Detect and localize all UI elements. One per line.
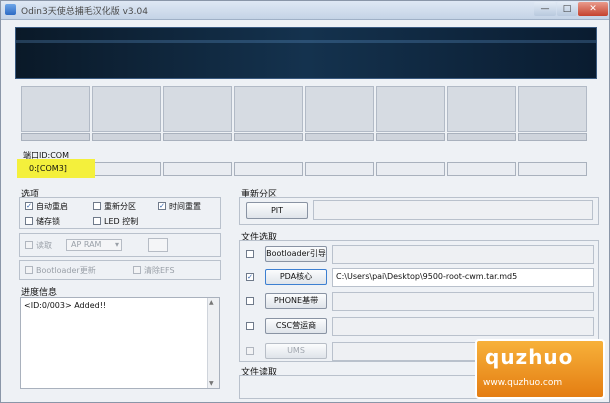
read-size-field[interactable]	[148, 238, 168, 252]
log-output[interactable]: <ID:0/003> Added!! ▲ ▼	[20, 297, 220, 389]
phone-path-field[interactable]	[332, 292, 594, 311]
progress-bar	[163, 133, 232, 141]
auto-reboot-checkbox[interactable]: ✓	[25, 202, 33, 210]
com-port-cell	[163, 162, 232, 176]
device-slot	[376, 86, 445, 132]
ums-button[interactable]: UMS	[265, 343, 327, 359]
progress-bar	[518, 133, 587, 141]
csc-path-field[interactable]	[332, 317, 594, 336]
chevron-down-icon: ▾	[114, 240, 119, 249]
progress-bar	[376, 133, 445, 141]
watermark-url: www.quzhuo.com	[483, 378, 563, 388]
pda-button[interactable]: PDA核心	[265, 269, 327, 285]
pda-path-text: C:\Users\pai\Desktop\9500-root-cwm.tar.m…	[336, 272, 518, 281]
reset-time-label: 时间重置	[169, 202, 201, 211]
csc-checkbox[interactable]	[246, 322, 254, 330]
device-slot	[234, 86, 303, 132]
odin-window: Odin3天使总捕毛汉化版 v3.04 — □ ✕ 端口ID:COM 0:[CO…	[0, 0, 610, 403]
progress-bar	[21, 133, 90, 141]
com-port-cell	[447, 162, 516, 176]
log-scrollbar[interactable]: ▲ ▼	[207, 298, 219, 388]
led-control-checkbox[interactable]	[93, 217, 101, 225]
minimize-button[interactable]: —	[534, 2, 556, 16]
device-slot	[92, 86, 161, 132]
device-slot	[447, 86, 516, 132]
progress-bar	[447, 133, 516, 141]
progress-bar	[92, 133, 161, 141]
maximize-button[interactable]: □	[557, 2, 577, 16]
ram-select[interactable]: AP RAM ▾	[66, 239, 122, 251]
scroll-down-icon: ▼	[209, 380, 214, 387]
ums-checkbox[interactable]	[246, 347, 254, 355]
title-bar: Odin3天使总捕毛汉化版 v3.04 — □ ✕	[1, 1, 609, 20]
com-port-cell	[376, 162, 445, 176]
device-slot	[518, 86, 587, 132]
pda-checkbox[interactable]: ✓	[246, 273, 254, 281]
phone-button[interactable]: PHONE基带	[265, 293, 327, 309]
device-slot	[21, 86, 90, 132]
auto-reboot-label: 自动重启	[36, 202, 68, 211]
odin-banner	[15, 27, 597, 79]
clear-efs-label: 清除EFS	[144, 266, 175, 275]
read-label: 读取	[36, 241, 52, 250]
led-control-label: LED 控制	[104, 217, 139, 226]
bootloader-path-field[interactable]	[332, 245, 594, 264]
bootloader-update-label: Bootloader更新	[36, 266, 96, 275]
save-lock-label: 储存锁	[36, 217, 60, 226]
com-port-value: 0:[COM3]	[29, 164, 67, 173]
progress-bar	[305, 133, 374, 141]
progress-bar	[234, 133, 303, 141]
bootloader-button[interactable]: Bootloader引导	[265, 246, 327, 262]
ram-select-value: AP RAM	[71, 240, 102, 249]
com-port-cell	[234, 162, 303, 176]
watermark-brand: quzhuo	[485, 345, 574, 369]
close-button[interactable]: ✕	[578, 2, 608, 16]
device-slot	[163, 86, 232, 132]
pit-button[interactable]: PIT	[246, 202, 308, 219]
device-slot	[305, 86, 374, 132]
com-port-cell	[305, 162, 374, 176]
reset-time-checkbox[interactable]: ✓	[158, 202, 166, 210]
quzhuo-watermark: quzhuo www.quzhuo.com	[475, 339, 605, 399]
repartition-checkbox[interactable]	[93, 202, 101, 210]
read-checkbox[interactable]	[25, 241, 33, 249]
app-icon	[5, 4, 16, 15]
repartition-label: 重新分区	[104, 202, 136, 211]
com-port-cell	[518, 162, 587, 176]
log-line: <ID:0/003> Added!!	[24, 301, 107, 310]
phone-checkbox[interactable]	[246, 297, 254, 305]
com-port-cell	[92, 162, 161, 176]
bootloader-update-checkbox[interactable]	[25, 266, 33, 274]
clear-efs-checkbox[interactable]	[133, 266, 141, 274]
csc-button[interactable]: CSC营运商	[265, 318, 327, 334]
pit-path-field[interactable]	[313, 200, 593, 220]
window-title: Odin3天使总捕毛汉化版 v3.04	[21, 7, 148, 17]
save-lock-checkbox[interactable]	[25, 217, 33, 225]
bootloader-checkbox[interactable]	[246, 250, 254, 258]
scroll-up-icon: ▲	[209, 299, 214, 306]
